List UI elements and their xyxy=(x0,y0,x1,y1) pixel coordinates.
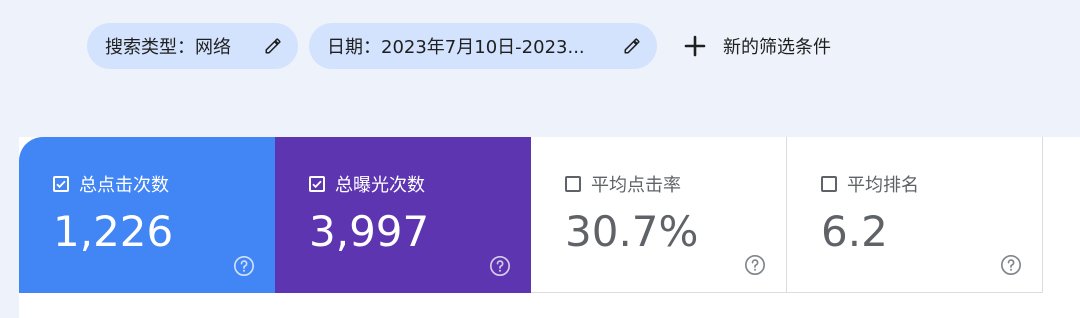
add-filter-button[interactable]: 新的筛选条件 xyxy=(683,33,831,59)
plus-icon xyxy=(683,34,707,58)
metrics-panel-edge xyxy=(1043,137,1080,293)
search-type-filter-chip[interactable]: 搜索类型：网络 xyxy=(87,23,298,69)
help-circle-icon[interactable] xyxy=(489,255,511,277)
pencil-icon[interactable] xyxy=(262,35,284,57)
help-circle-icon[interactable] xyxy=(744,254,766,276)
help-circle-icon[interactable] xyxy=(1000,254,1022,276)
checkbox-unchecked-icon[interactable] xyxy=(821,176,837,192)
metric-value: 6.2 xyxy=(821,207,888,256)
metric-card-average-ctr[interactable]: 平均点击率 30.7% xyxy=(531,137,787,293)
search-console-performance: 搜索类型：网络 日期：2023年7月10日-2023... 新的筛选条件 总点击… xyxy=(0,0,1080,318)
metric-header: 平均点击率 xyxy=(565,171,681,197)
search-type-filter-label: 搜索类型：网络 xyxy=(105,37,231,58)
pencil-icon[interactable] xyxy=(621,35,643,57)
date-filter-chip[interactable]: 日期：2023年7月10日-2023... xyxy=(309,23,657,69)
metric-label: 平均点击率 xyxy=(591,175,681,196)
checkbox-checked-icon[interactable] xyxy=(53,176,69,192)
metric-card-total-clicks[interactable]: 总点击次数 1,226 xyxy=(19,137,275,293)
add-filter-label: 新的筛选条件 xyxy=(723,37,831,58)
metric-card-average-position[interactable]: 平均排名 6.2 xyxy=(787,137,1043,293)
metric-cards: 总点击次数 1,226 总曝光次数 3,997 平均点击率 30.7% 平均排名… xyxy=(19,137,1043,293)
date-filter-label: 日期：2023年7月10日-2023... xyxy=(327,37,585,58)
metric-header: 总曝光次数 xyxy=(309,171,425,197)
metric-header: 总点击次数 xyxy=(53,171,169,197)
metric-header: 平均排名 xyxy=(821,171,919,197)
metric-label: 总点击次数 xyxy=(79,175,169,196)
metric-label: 总曝光次数 xyxy=(335,175,425,196)
metric-card-total-impressions[interactable]: 总曝光次数 3,997 xyxy=(275,137,531,293)
metric-value: 3,997 xyxy=(309,207,430,256)
metric-label: 平均排名 xyxy=(847,175,919,196)
checkbox-checked-icon[interactable] xyxy=(309,176,325,192)
filter-bar: 搜索类型：网络 日期：2023年7月10日-2023... 新的筛选条件 xyxy=(87,23,831,69)
metric-value: 30.7% xyxy=(565,207,699,256)
help-circle-icon[interactable] xyxy=(233,255,255,277)
metric-value: 1,226 xyxy=(53,207,174,256)
checkbox-unchecked-icon[interactable] xyxy=(565,176,581,192)
